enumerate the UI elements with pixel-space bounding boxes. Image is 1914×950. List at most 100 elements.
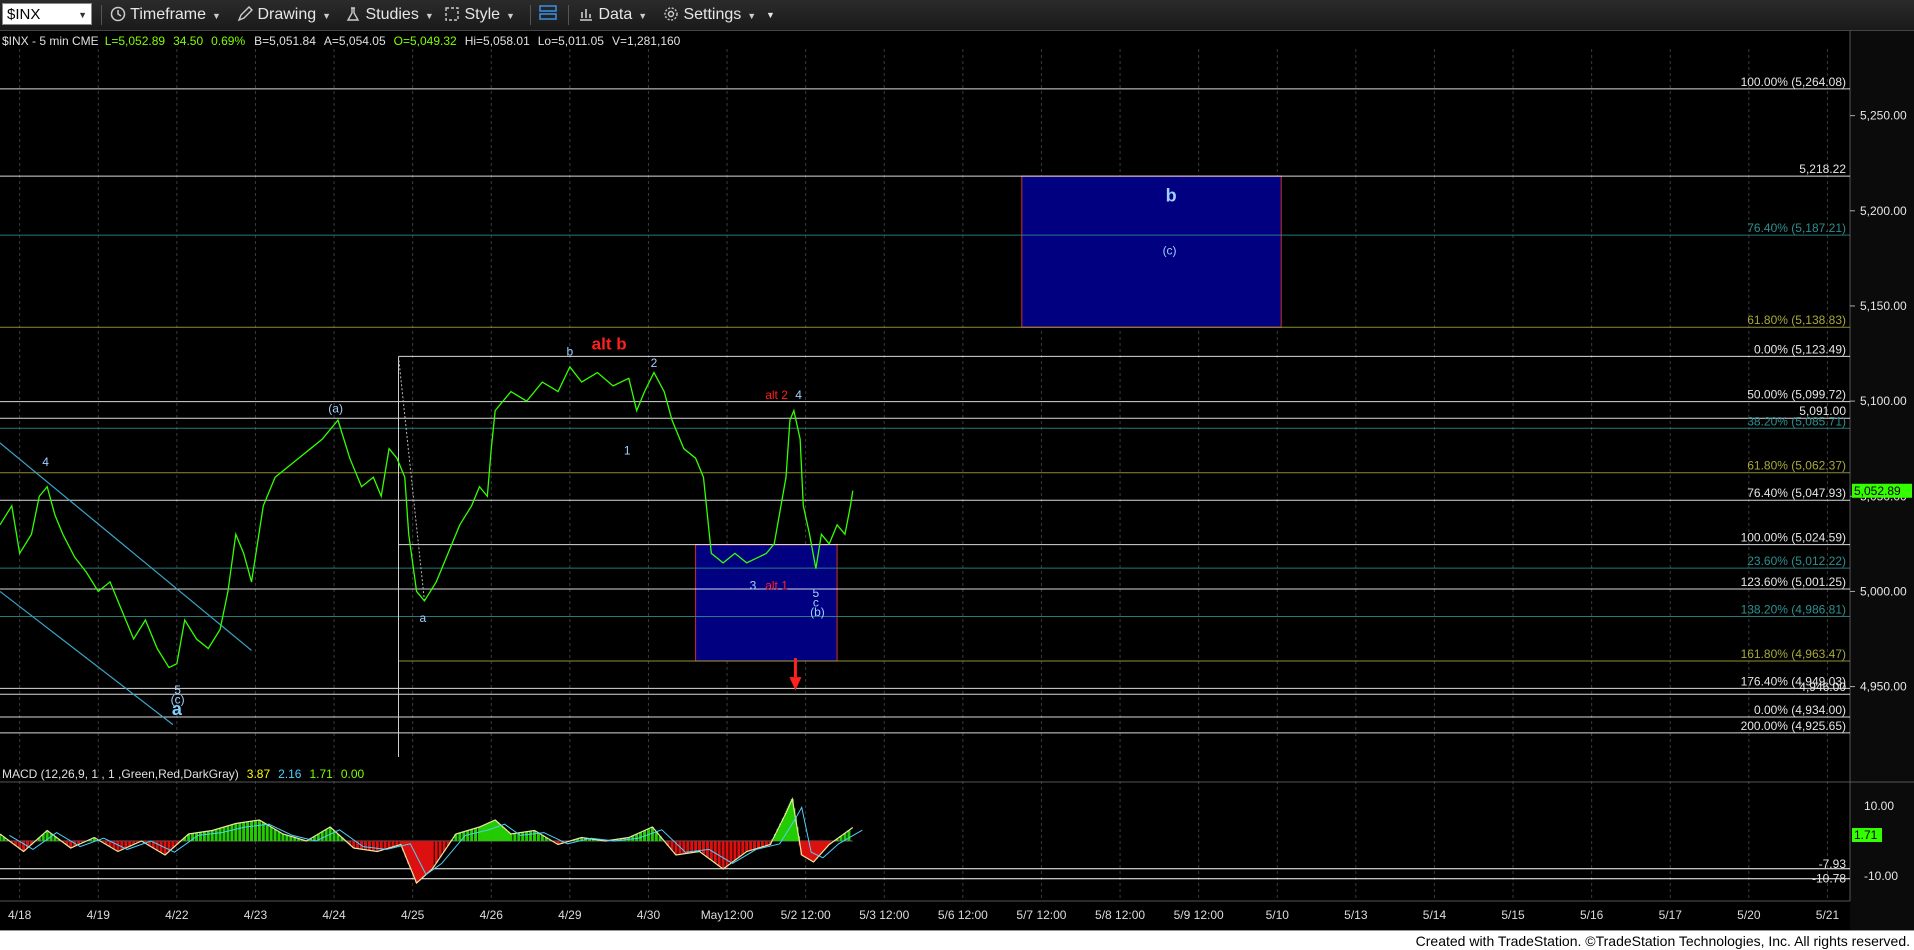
wave-label: (a)	[328, 402, 343, 416]
fib-level-label: 0.00% (5,123.49)	[1754, 342, 1846, 356]
wave-label: alt b	[592, 335, 627, 354]
style-button[interactable]: Style ▼	[444, 4, 515, 26]
last-price-label: 5,052.89	[1854, 484, 1901, 498]
settings-button[interactable]: Settings ▼	[663, 4, 756, 26]
chart-header-field: 0.69%	[211, 34, 245, 48]
wave-label: alt 2	[765, 388, 788, 402]
chevron-down-icon: ▼	[506, 11, 515, 21]
pencil-icon	[237, 6, 253, 22]
bar-chart-icon	[580, 9, 592, 21]
fib-level-label: 76.40% (5,047.93)	[1747, 486, 1846, 500]
time-axis-label: 5/21	[1816, 908, 1840, 922]
wave-label: (b)	[810, 605, 825, 619]
chart-header-field: 34.50	[173, 34, 203, 48]
fib-level-label: 100.00% (5,024.59)	[1741, 531, 1846, 545]
chart-header-field: Lo=5,011.05	[538, 34, 605, 48]
chevron-down-icon[interactable]: ▼	[78, 4, 87, 26]
time-axis-label: 5/9 12:00	[1174, 908, 1224, 922]
price-axis-panel	[1850, 31, 1914, 930]
flask-icon	[346, 7, 360, 21]
drawing-label: Drawing	[257, 6, 317, 23]
fib-level-label: 50.00% (5,099.72)	[1747, 388, 1846, 402]
time-axis-label: 4/24	[322, 908, 346, 922]
fib-level-label: 138.20% (4,986.81)	[1741, 603, 1846, 617]
studies-label: Studies	[365, 6, 419, 23]
wave-label: a	[420, 611, 427, 625]
time-axis-label: 5/8 12:00	[1095, 908, 1145, 922]
chevron-down-icon: ▼	[424, 11, 434, 21]
timeframe-button[interactable]: Timeframe ▼	[110, 4, 221, 26]
wave-label: 4	[42, 455, 49, 469]
layout-button[interactable]	[538, 4, 558, 26]
time-axis-label: 5/6 12:00	[938, 908, 988, 922]
footer: Created with TradeStation. ©TradeStation…	[0, 930, 1914, 950]
price-axis-label: 5,100.00	[1860, 394, 1907, 408]
price-axis-label: 5,250.00	[1860, 109, 1907, 123]
price-axis-label: 5,150.00	[1860, 299, 1907, 313]
time-axis-label: 4/25	[401, 908, 425, 922]
macd-header-field: 0.00	[341, 767, 365, 781]
time-axis-label: 4/19	[87, 908, 111, 922]
chart-header-field: L=5,052.89	[105, 34, 166, 48]
chart-background	[0, 31, 1914, 930]
symbol-text: $INX	[7, 6, 41, 23]
chart-header-field: O=5,049.32	[394, 34, 457, 48]
toolbar-divider	[568, 5, 569, 25]
time-axis-label: 5/13	[1344, 908, 1368, 922]
wave-label: 3	[750, 579, 757, 593]
clock-icon	[110, 6, 126, 22]
layout-icon	[539, 5, 557, 20]
style-icon	[445, 7, 459, 21]
fib-level-label: 23.60% (5,012.22)	[1747, 554, 1846, 568]
fib-level-label: 5,218.22	[1799, 162, 1846, 176]
macd-axis-label: -10.00	[1864, 869, 1898, 883]
fib-level-label: 0.00% (4,934.00)	[1754, 703, 1846, 717]
symbol-input[interactable]: $INX ▼	[2, 3, 92, 25]
data-button[interactable]: Data ▼	[578, 4, 647, 26]
studies-button[interactable]: Studies ▼	[345, 4, 434, 26]
chart-header-field: V=1,281,160	[612, 34, 681, 48]
time-axis-label: 4/23	[244, 908, 268, 922]
fib-level-label: 38.20% (5,085.71)	[1747, 414, 1846, 428]
time-axis-label: 5/2 12:00	[781, 908, 831, 922]
time-axis-label: 5/3 12:00	[859, 908, 909, 922]
fib-level-label: 61.80% (5,138.83)	[1747, 313, 1846, 327]
drawing-button[interactable]: Drawing ▼	[237, 4, 331, 26]
time-axis-label: 4/29	[558, 908, 582, 922]
fib-level-label: 4,946.00	[1799, 680, 1846, 694]
chevron-down-icon: ▼	[747, 11, 757, 21]
macd-axis-label: 10.00	[1864, 799, 1894, 813]
time-axis-label: 4/18	[8, 908, 32, 922]
chevron-down-icon: ▼	[638, 11, 648, 21]
time-axis-label: 5/16	[1580, 908, 1604, 922]
macd-header-field: 1.71	[309, 767, 333, 781]
data-label: Data	[598, 6, 633, 23]
fib-level-label: 61.80% (5,062.37)	[1747, 459, 1846, 473]
fib-level-label: 123.60% (5,001.25)	[1741, 575, 1846, 589]
time-axis-label: 4/30	[637, 908, 661, 922]
fib-level-label: 200.00% (4,925.65)	[1741, 719, 1846, 733]
chart-header-field: Hi=5,058.01	[465, 34, 530, 48]
chevron-down-icon: ▼	[322, 11, 332, 21]
style-label: Style	[464, 6, 501, 23]
fib-level-label: 76.40% (5,187.21)	[1747, 221, 1846, 235]
overflow-menu-icon[interactable]: ▼	[766, 4, 775, 26]
target-box-target-b	[1021, 175, 1282, 328]
price-axis-label: 4,950.00	[1860, 680, 1907, 694]
copyright-text: Created with TradeStation. ©TradeStation…	[1415, 933, 1910, 949]
wave-label: b	[567, 344, 574, 358]
macd-header-field: 3.87	[247, 767, 271, 781]
toolbar: $INX ▼ Timeframe ▼ Drawing ▼ Studies ▼ Styl…	[0, 0, 1914, 31]
macd-level-label: -10.78	[1812, 872, 1846, 886]
chart[interactable]: $INX - 5 min CME L=5,052.89 34.50 0.69% B=5,…	[0, 31, 1914, 930]
time-axis-label: 5/17	[1659, 908, 1683, 922]
chart-header-field: $INX - 5 min CME	[2, 34, 99, 48]
wave-label: (c)	[1163, 244, 1177, 258]
wave-label: 2	[651, 356, 658, 370]
price-axis-label: 5,000.00	[1860, 584, 1907, 598]
wave-label: 4	[795, 388, 802, 402]
time-axis-label: 5/14	[1423, 908, 1447, 922]
time-axis-label: 5/20	[1737, 908, 1761, 922]
price-axis-label: 5,200.00	[1860, 204, 1907, 218]
wave-label: 1	[624, 443, 631, 457]
